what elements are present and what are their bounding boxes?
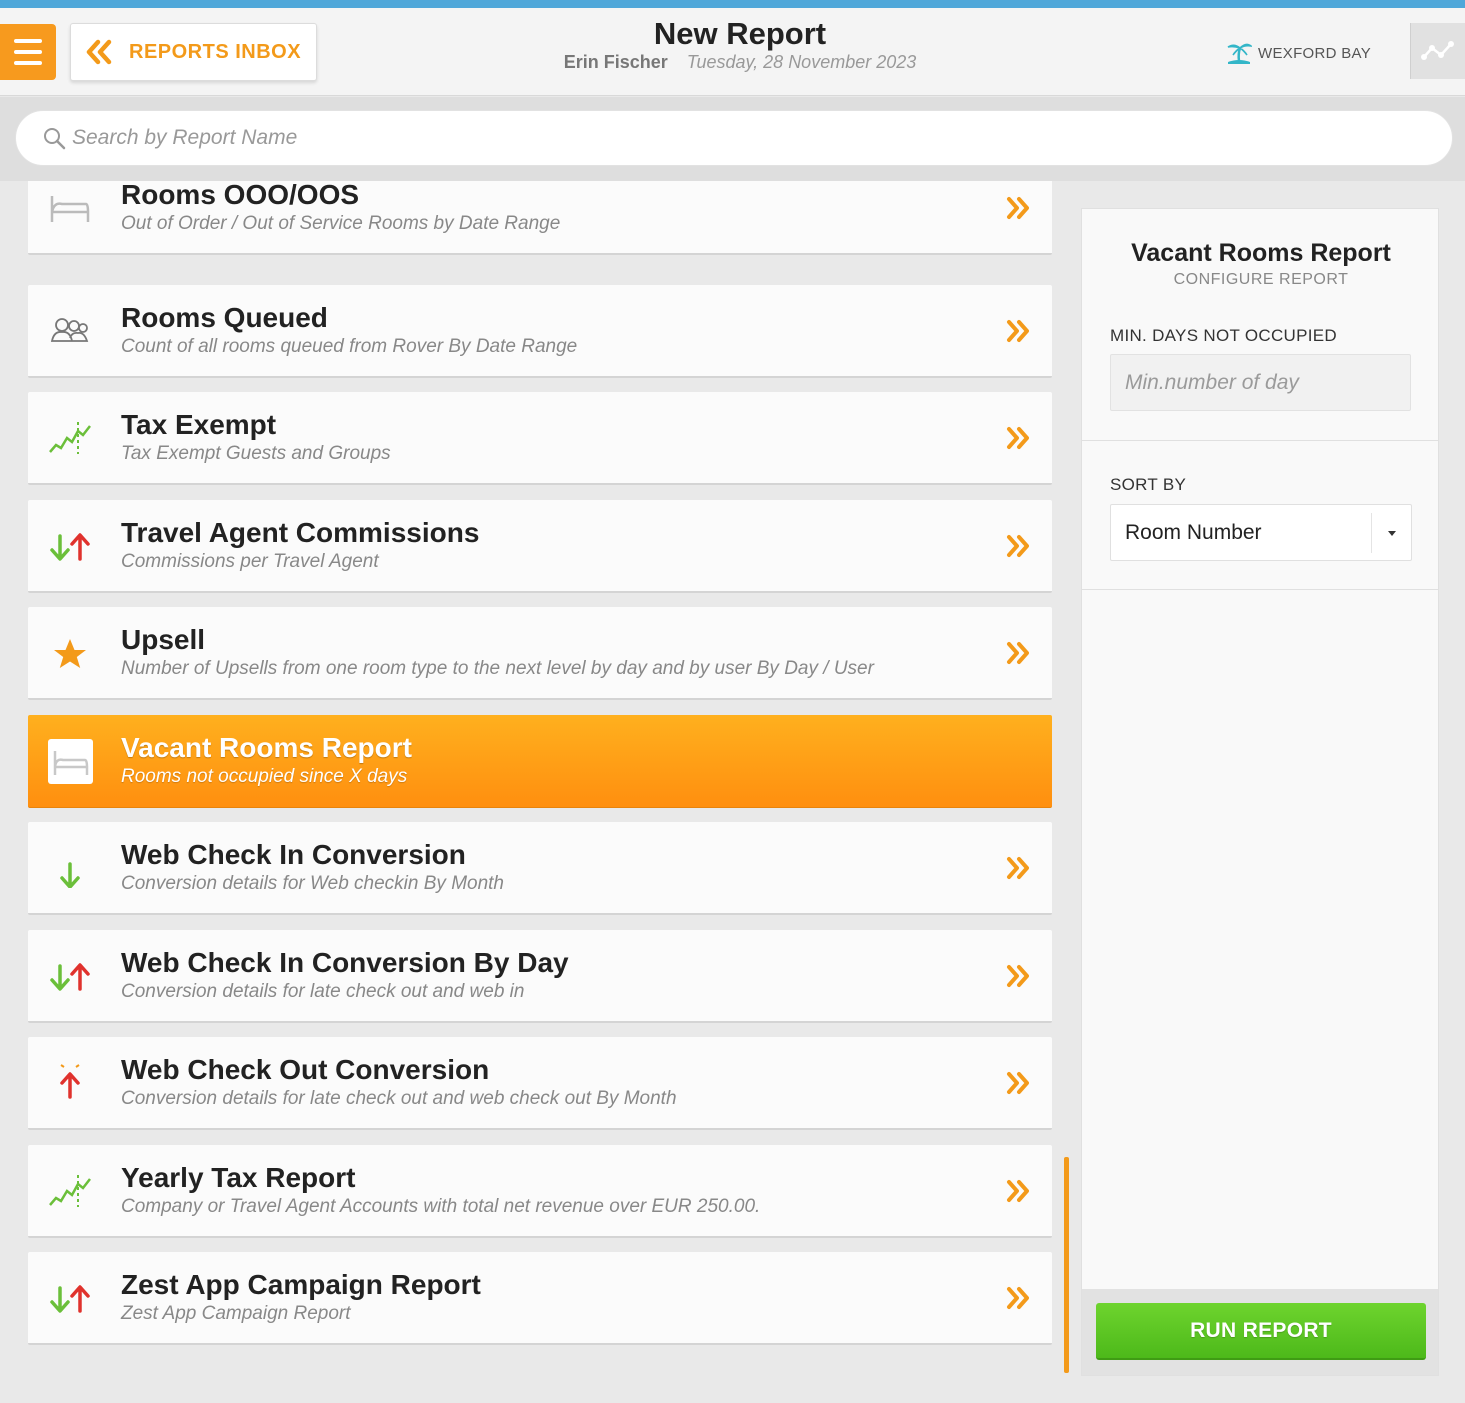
report-item-zest-app-campaign-report[interactable]: Zest App Campaign Report Zest App Campai… <box>28 1252 1052 1345</box>
configure-report-panel: Vacant Rooms Report CONFIGURE REPORT MIN… <box>1081 208 1439 1376</box>
report-description: Company or Travel Agent Accounts with to… <box>121 1196 761 1217</box>
report-item-web-check-out-conversion[interactable]: Web Check Out Conversion Conversion deta… <box>28 1037 1052 1130</box>
report-name: Web Check In Conversion <box>121 839 466 870</box>
analytics-button[interactable] <box>1410 23 1465 79</box>
double-chevron-right-icon <box>1007 857 1029 879</box>
report-name: Web Check Out Conversion <box>121 1054 490 1085</box>
run-report-footer: RUN REPORT <box>1082 1289 1438 1375</box>
double-chevron-right-icon <box>1007 642 1029 664</box>
report-name: Zest App Campaign Report <box>121 1269 481 1300</box>
palm-island-icon <box>1227 43 1252 64</box>
report-list: Rooms OOO/OOS Out of Order / Out of Serv… <box>0 181 1070 1403</box>
reports-inbox-button[interactable]: REPORTS INBOX <box>70 23 317 81</box>
report-description: Commissions per Travel Agent <box>121 551 379 572</box>
arrow-down-icon <box>60 862 80 888</box>
report-item-tax-exempt[interactable]: Tax Exempt Tax Exempt Guests and Groups <box>28 392 1052 485</box>
report-name: Rooms Queued <box>121 302 328 333</box>
hotel-selector[interactable]: WEXFORD BAY <box>1226 41 1371 65</box>
reports-inbox-label: REPORTS INBOX <box>129 40 302 63</box>
report-name: Travel Agent Commissions <box>121 517 480 548</box>
double-chevron-right-icon <box>1007 197 1029 219</box>
report-item-rooms-ooo-oos[interactable]: Rooms OOO/OOS Out of Order / Out of Serv… <box>28 181 1052 255</box>
bed-icon <box>48 739 93 784</box>
header-subline: Erin Fischer Tuesday, 28 November 2023 <box>480 52 1000 73</box>
report-name: Web Check In Conversion By Day <box>121 947 569 978</box>
header-title-block: New Report Erin Fischer Tuesday, 28 Nove… <box>480 16 1000 73</box>
hamburger-menu-button[interactable] <box>0 24 56 80</box>
user-name: Erin Fischer <box>563 52 668 72</box>
search-icon <box>44 128 66 150</box>
arrows-up-down-icon <box>50 1285 90 1313</box>
report-description: Count of all rooms queued from Rover By … <box>121 336 578 357</box>
report-description: Conversion details for Web checkin By Mo… <box>121 873 504 894</box>
report-description: Rooms not occupied since X days <box>121 766 408 787</box>
double-chevron-right-icon <box>1007 1180 1029 1202</box>
list-scrollbar[interactable] <box>1064 1157 1069 1373</box>
report-name: Vacant Rooms Report <box>121 732 412 763</box>
line-graph-icon <box>1421 41 1454 60</box>
double-chevron-right-icon <box>1007 320 1029 342</box>
panel-divider <box>1082 440 1438 441</box>
report-item-web-check-in-conversion[interactable]: Web Check In Conversion Conversion detai… <box>28 822 1052 915</box>
bed-icon <box>50 196 90 222</box>
double-chevron-right-icon <box>1007 965 1029 987</box>
arrows-up-down-icon <box>50 533 90 561</box>
report-item-upsell[interactable]: Upsell Number of Upsells from one room t… <box>28 607 1052 700</box>
min-days-input[interactable] <box>1110 354 1411 411</box>
guests-icon <box>50 318 89 342</box>
sort-by-value: Room Number <box>1125 520 1262 544</box>
report-name: Upsell <box>121 624 206 655</box>
report-name: Yearly Tax Report <box>121 1162 356 1193</box>
caret-down-icon <box>1387 530 1396 536</box>
report-description: Conversion details for late check out an… <box>121 981 525 1002</box>
report-item-web-check-in-conversion-by-day[interactable]: Web Check In Conversion By Day Conversio… <box>28 930 1052 1023</box>
arrow-up-icon <box>60 1064 80 1099</box>
top-accent-stripe <box>0 0 1465 8</box>
report-description: Tax Exempt Guests and Groups <box>121 443 391 464</box>
panel-title: Vacant Rooms Report <box>1131 239 1391 267</box>
double-chevron-right-icon <box>1007 1287 1029 1309</box>
business-date: Tuesday, 28 November 2023 <box>686 52 917 72</box>
star-icon <box>54 639 86 668</box>
menu-icon <box>14 39 42 43</box>
trend-chart-icon <box>49 422 91 454</box>
min-days-label: MIN. DAYS NOT OCCUPIED <box>1110 326 1337 345</box>
sort-by-select[interactable]: Room Number <box>1110 504 1412 561</box>
report-item-rooms-queued[interactable]: Rooms Queued Count of all rooms queued f… <box>28 285 1052 378</box>
dropdown-toggle[interactable] <box>1371 513 1411 553</box>
double-chevron-right-icon <box>1007 427 1029 449</box>
sort-by-label: SORT BY <box>1110 475 1187 494</box>
panel-subtitle: CONFIGURE REPORT <box>1173 271 1349 288</box>
double-chevron-right-icon <box>1007 535 1029 557</box>
page-title: New Report <box>653 16 827 51</box>
arrows-up-down-icon <box>50 963 90 991</box>
app-header: REPORTS INBOX New Report Erin Fischer Tu… <box>0 8 1465 96</box>
report-item-vacant-rooms-report[interactable]: Vacant Rooms Report Rooms not occupied s… <box>28 715 1052 808</box>
report-item-travel-agent-commissions[interactable]: Travel Agent Commissions Commissions per… <box>28 500 1052 593</box>
report-description: Number of Upsells from one room type to … <box>121 658 874 679</box>
search-bar[interactable] <box>15 110 1453 166</box>
report-description: Zest App Campaign Report <box>121 1303 351 1324</box>
hotel-name: WEXFORD BAY <box>1258 44 1372 62</box>
double-chevron-right-icon <box>1007 1072 1029 1094</box>
report-description: Out of Order / Out of Service Rooms by D… <box>121 213 561 234</box>
report-name: Rooms OOO/OOS <box>121 181 360 210</box>
report-item-yearly-tax-report[interactable]: Yearly Tax Report Company or Travel Agen… <box>28 1145 1052 1238</box>
report-name: Tax Exempt <box>121 409 277 440</box>
trend-chart-icon <box>49 1175 91 1207</box>
report-description: Conversion details for late check out an… <box>121 1088 677 1109</box>
search-input[interactable] <box>72 126 1372 150</box>
run-report-button[interactable]: RUN REPORT <box>1096 1303 1426 1360</box>
panel-divider <box>1082 589 1438 590</box>
double-chevron-left-icon <box>86 39 112 65</box>
